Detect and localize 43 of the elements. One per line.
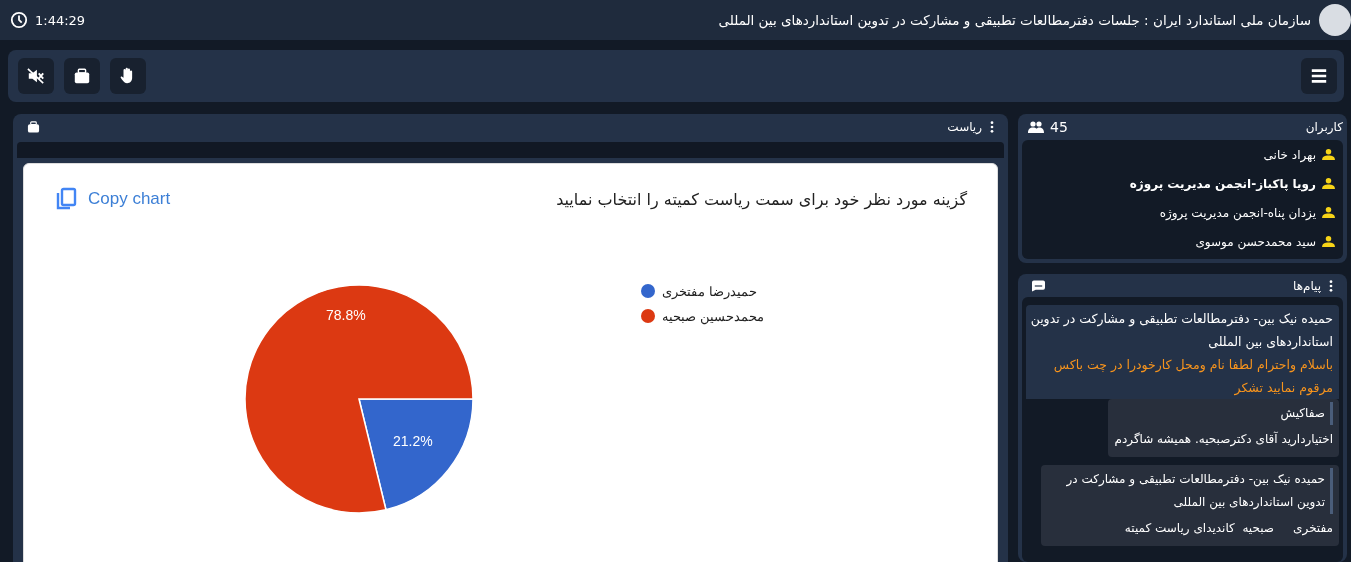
menu-button[interactable]	[1301, 58, 1337, 94]
copy-icon	[54, 186, 78, 212]
more-icon[interactable]	[1329, 279, 1333, 292]
speaker-muted-icon	[27, 67, 45, 85]
panel-title: کاربران	[1305, 120, 1343, 134]
user-name[interactable]: رویا پاکباز-انجمن مدیریت پروژه	[1129, 176, 1316, 191]
box-button[interactable]	[64, 58, 100, 94]
more-icon[interactable]	[990, 121, 994, 133]
legend-label: محمدحسین صبحیه	[662, 309, 764, 324]
legend-marker	[641, 309, 655, 323]
people-icon	[1028, 121, 1044, 133]
elapsed-time: 1:44:29	[35, 12, 86, 28]
sender-name: حمیده نیک بین- دفترمطالعات تطبیقی و مشارکت در تدوین استانداردهای بین المللی	[1030, 310, 1333, 352]
box-icon[interactable]	[27, 121, 40, 133]
user-icon	[1322, 236, 1335, 247]
percent-label: 78.8%	[325, 306, 366, 323]
panel-title: ریاست	[947, 120, 982, 134]
percent-label: 21.2%	[392, 433, 433, 450]
user-count: 45	[1050, 119, 1068, 135]
user-icon	[1322, 207, 1335, 218]
user-icon	[1322, 149, 1335, 160]
clock-icon	[10, 11, 28, 29]
message-text: باسلام واحترام لطفا نام ومحل کارخودرا در چت باکس مرقوم نمایید تشکر	[1052, 356, 1333, 398]
hand-button[interactable]	[110, 58, 146, 94]
sender-name: صفاکیش	[1114, 402, 1333, 425]
copy-chart-button[interactable]: Copy chart	[54, 186, 171, 212]
user-name[interactable]: سید محمدحسن موسوی	[1195, 234, 1316, 249]
sender-name: حمیده نیک بین- دفترمطالعات تطبیقی و مشارکت در تدوین استانداردهای بین المللی	[1047, 468, 1333, 514]
menu-icon	[1310, 67, 1328, 85]
message-text: مفتخری صبحیه کاندیدای ریاست کمیته	[1123, 520, 1333, 538]
legend-marker	[641, 284, 655, 298]
legend-label: حمیدرضا مفتخری	[662, 284, 757, 299]
user-name[interactable]: یزدان پناه-انجمن مدیریت پروژه	[1159, 205, 1316, 220]
user-icon	[1322, 178, 1335, 189]
user-name[interactable]: بهراد خانی	[1263, 147, 1316, 162]
meeting-title: سازمان ملی استاندارد ایران : جلسات دفترمطالعات تطبیقی و مشارکت در تدوین استانداردهای بین المللی	[718, 12, 1311, 28]
question-text: گزینه مورد نظر خود برای سمت ریاست کمیته را انتخاب نمایید	[556, 189, 967, 209]
box-icon	[73, 67, 91, 85]
avatar-icon[interactable]	[1319, 4, 1351, 36]
message-text: اختیاردارید آقای دکترصبحیه. همیشه شاگردم	[1114, 430, 1333, 449]
panel-title: پیام‌ها	[1292, 278, 1321, 293]
speaker-muted-button[interactable]	[18, 58, 54, 94]
chat-icon	[1032, 279, 1045, 292]
